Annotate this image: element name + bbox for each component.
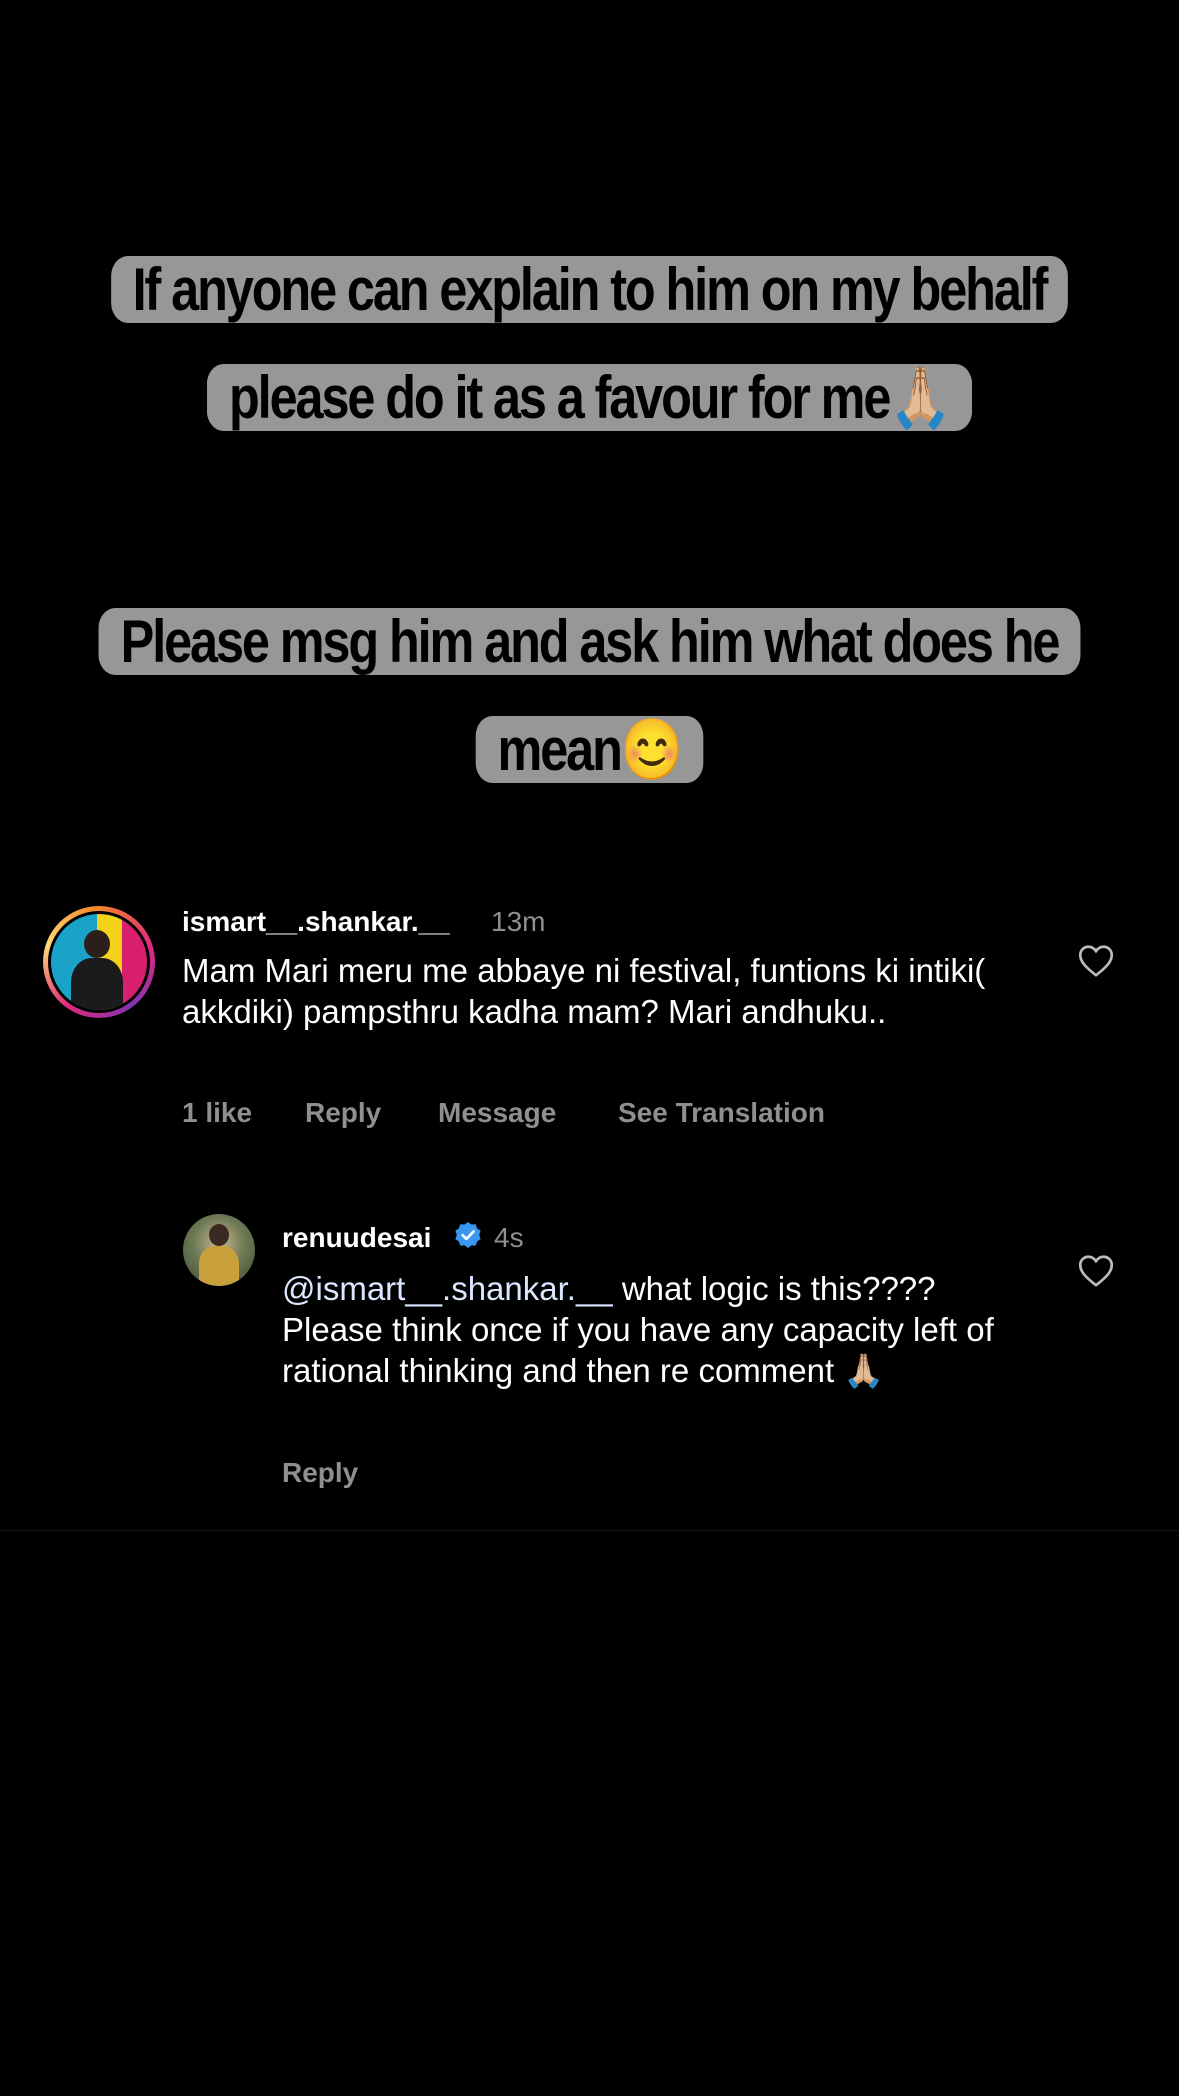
heart-outline-icon[interactable]	[1078, 944, 1114, 978]
reply-time: 4s	[494, 1222, 524, 1253]
reply-button[interactable]: Reply	[305, 1097, 381, 1129]
story-caption-1-text: If anyone can explain to him on my behal…	[110, 256, 1069, 431]
mention-link[interactable]: @ismart__.shankar.__	[282, 1270, 613, 1307]
likes-count[interactable]: 1 like	[182, 1097, 252, 1129]
reply-button[interactable]: Reply	[282, 1457, 358, 1489]
heart-outline-icon[interactable]	[1078, 1254, 1114, 1288]
story-caption-2-text: Please msg him and ask him what does he …	[98, 608, 1081, 783]
comment-time: 13m	[491, 906, 546, 937]
avatar[interactable]	[51, 914, 147, 1010]
story-caption-1: If anyone can explain to him on my behal…	[94, 236, 1084, 452]
comment-text: Mam Mari meru me abbaye ni festival, fun…	[182, 952, 986, 1030]
comment-username[interactable]: ismart__.shankar.__	[182, 906, 450, 938]
message-button[interactable]: Message	[438, 1097, 556, 1129]
see-translation-button[interactable]: See Translation	[618, 1097, 825, 1129]
reply-text: @ismart__.shankar.__ what logic is this?…	[282, 1268, 1022, 1391]
reply-username[interactable]: renuudesai	[282, 1222, 431, 1254]
verified-badge-icon	[455, 1222, 481, 1248]
avatar[interactable]	[183, 1214, 255, 1286]
divider	[0, 1530, 1179, 1531]
story-caption-2: Please msg him and ask him what does he …	[94, 588, 1084, 804]
